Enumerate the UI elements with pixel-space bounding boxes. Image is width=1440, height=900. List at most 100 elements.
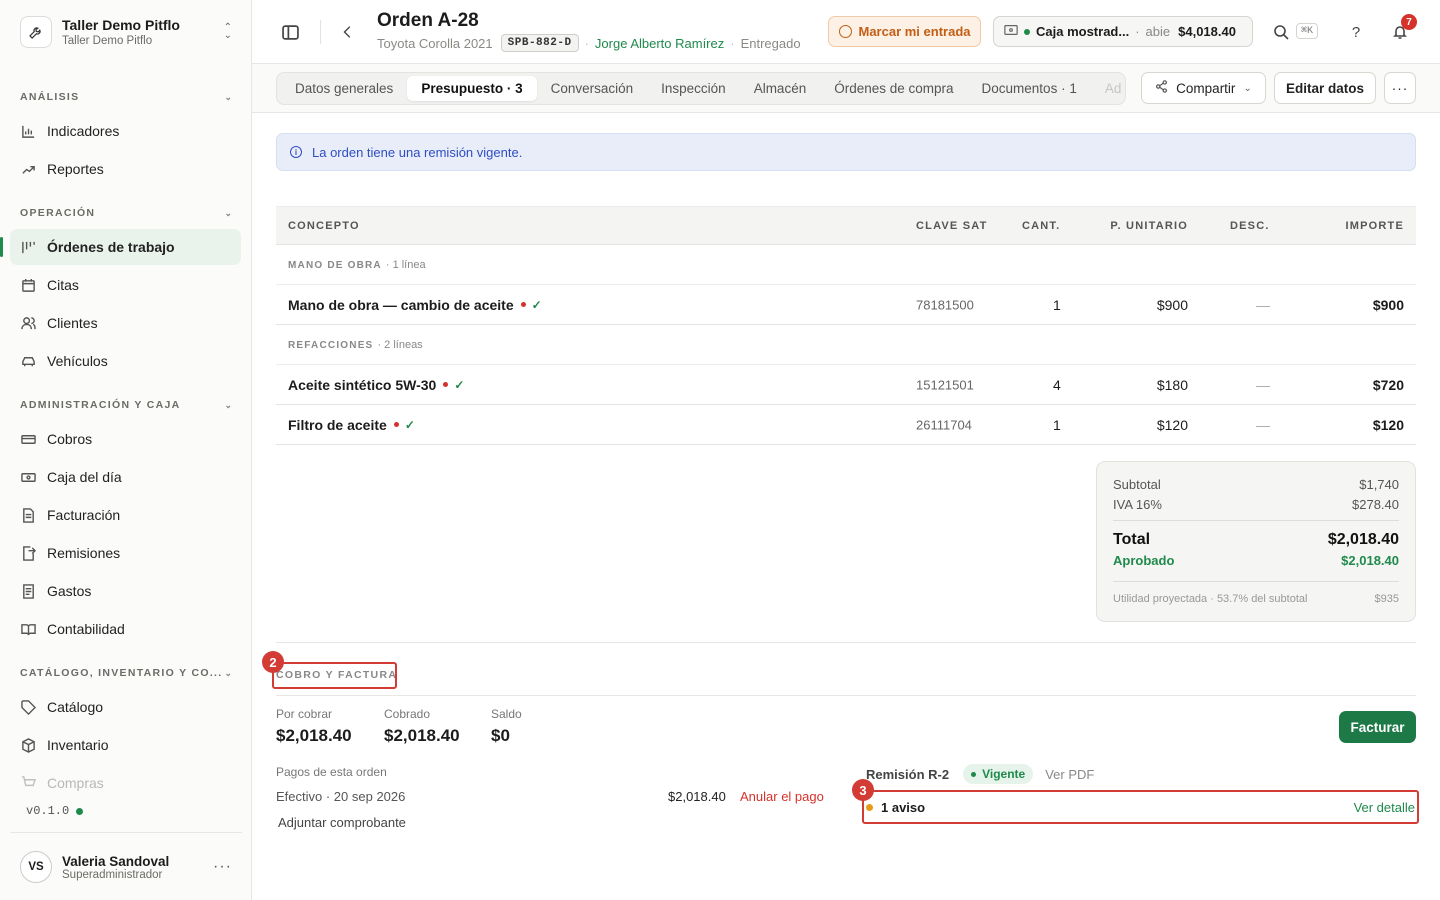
box-icon bbox=[20, 737, 37, 754]
sidebar-item-vehiculos[interactable]: Vehículos bbox=[10, 343, 241, 379]
sidebar-item-contabilidad[interactable]: Contabilidad bbox=[10, 611, 241, 647]
status-dot bbox=[393, 422, 399, 427]
tab-documentos[interactable]: Documentos · 1 bbox=[968, 76, 1091, 101]
table-row[interactable]: Filtro de aceite ✓ 26111704 1 $120 — $120 bbox=[276, 405, 1416, 445]
payment-amount: $2,018.40 bbox=[668, 789, 726, 804]
search-icon[interactable] bbox=[1271, 22, 1291, 42]
chevron-down-icon: ⌄ bbox=[224, 91, 232, 102]
workspace-name: Taller Demo Pitflo bbox=[62, 16, 180, 33]
marker-badge: 2 bbox=[262, 651, 284, 673]
profit-value: $935 bbox=[1374, 593, 1399, 605]
bar-chart-icon bbox=[20, 123, 37, 140]
avatar: VS bbox=[20, 851, 52, 883]
calendar-icon bbox=[20, 277, 37, 294]
tab-inspeccion[interactable]: Inspección bbox=[647, 76, 740, 101]
sidebar-item-gastos[interactable]: Gastos bbox=[10, 573, 241, 609]
sidebar-item-remisiones[interactable]: Remisiones bbox=[10, 535, 241, 571]
tab-almacen[interactable]: Almacén bbox=[740, 76, 821, 101]
group-header: MANO DE OBRA · 1 línea bbox=[276, 245, 1416, 285]
status-badge: Vigente bbox=[963, 764, 1034, 784]
section-administracion[interactable]: ADMINISTRACIÓN Y CAJA ⌄ bbox=[20, 398, 232, 412]
subtotal-value: $1,740 bbox=[1359, 477, 1399, 492]
total-value: $2,018.40 bbox=[1327, 531, 1399, 548]
void-payment-link[interactable]: Anular el pago bbox=[740, 789, 824, 804]
tab-bar: Datos generales Presupuesto · 3 Conversa… bbox=[252, 64, 1440, 113]
help-icon[interactable]: ? bbox=[1346, 22, 1366, 42]
sidebar-item-reportes[interactable]: Reportes bbox=[10, 151, 241, 187]
sidebar-item-citas[interactable]: Citas bbox=[10, 267, 241, 303]
clock-in-button[interactable]: Marcar mi entrada bbox=[828, 16, 981, 47]
cash-register-icon bbox=[1004, 24, 1018, 39]
info-alert: i La orden tiene una remisión vigente. bbox=[276, 133, 1416, 171]
sidebar-item-facturacion[interactable]: Facturación bbox=[10, 497, 241, 533]
user-menu[interactable]: VS Valeria Sandoval Superadministrador ·… bbox=[10, 832, 242, 883]
status-text: Entregado bbox=[740, 35, 801, 51]
sidebar-item-compras[interactable]: Compras bbox=[10, 765, 241, 801]
approved-value: $2,018.40 bbox=[1341, 553, 1399, 568]
sidebar-item-caja[interactable]: Caja del día bbox=[10, 459, 241, 495]
more-icon[interactable]: ··· bbox=[213, 858, 232, 876]
tab-datos-generales[interactable]: Datos generales bbox=[281, 76, 407, 101]
section-analisis[interactable]: ANÁLISIS ⌄ bbox=[20, 90, 232, 104]
payments-label: Pagos de esta orden bbox=[276, 765, 387, 779]
sidebar-item-cobros[interactable]: Cobros bbox=[10, 421, 241, 457]
remision-title: Remisión R-2 bbox=[866, 766, 950, 782]
tab-ordenes-compra[interactable]: Órdenes de compra bbox=[820, 76, 967, 101]
notification-count: 7 bbox=[1401, 14, 1417, 30]
chevron-down-icon: ⌄ bbox=[224, 207, 232, 218]
chevron-down-icon: ⌄ bbox=[224, 667, 232, 678]
user-role: Superadministrador bbox=[62, 868, 163, 881]
check-icon: ✓ bbox=[454, 377, 465, 392]
sidebar-item-inventario[interactable]: Inventario bbox=[10, 727, 241, 763]
edit-data-button[interactable]: Editar datos bbox=[1274, 72, 1376, 104]
sidebar-item-clientes[interactable]: Clientes bbox=[10, 305, 241, 341]
sidebar-item-ordenes[interactable]: Órdenes de trabajo bbox=[0, 229, 241, 265]
more-actions-button[interactable]: ··· bbox=[1384, 72, 1416, 104]
status-dot bbox=[76, 807, 84, 815]
tab-presupuesto[interactable]: Presupuesto · 3 bbox=[407, 76, 537, 101]
table-row[interactable]: Aceite sintético 5W-30 ✓ 15121501 4 $180 … bbox=[276, 365, 1416, 405]
register-state: abie bbox=[1145, 24, 1171, 39]
sidebar-item-catalogo[interactable]: Catálogo bbox=[10, 689, 241, 725]
client-link[interactable]: Jorge Alberto Ramírez bbox=[595, 36, 724, 51]
summary-cobrado: Cobrado $2,018.40 bbox=[384, 707, 460, 745]
sidebar-toggle-icon[interactable] bbox=[280, 22, 300, 42]
chevron-updown-icon: ⌃ ⌄ bbox=[223, 22, 232, 41]
totals-card: Subtotal $1,740 IVA 16% $278.40 Total $2,01… bbox=[1096, 461, 1416, 622]
share-button[interactable]: Compartir ⌄ bbox=[1141, 72, 1266, 104]
view-pdf-link[interactable]: Ver PDF bbox=[1045, 767, 1094, 782]
plate-badge: SPB-882-D bbox=[500, 34, 579, 52]
tabs: Datos generales Presupuesto · 3 Conversa… bbox=[276, 72, 1126, 105]
section-operacion[interactable]: OPERACIÓN ⌄ bbox=[20, 206, 232, 220]
iva-value: $278.40 bbox=[1352, 497, 1399, 512]
invoice-icon bbox=[20, 507, 37, 524]
workspace-switcher[interactable]: Taller Demo Pitflo Taller Demo Pitflo ⌃ ⌄ bbox=[10, 10, 242, 54]
budget-table: CONCEPTO CLAVE SAT CANT. P. UNITARIO DES… bbox=[276, 206, 1416, 445]
attach-receipt-button[interactable]: Adjuntar comprobante bbox=[278, 815, 406, 830]
section-catalogo[interactable]: CATÁLOGO, INVENTARIO Y CO... ⌄ bbox=[20, 666, 232, 680]
sidebar-item-indicadores[interactable]: Indicadores bbox=[10, 113, 241, 149]
cash-icon bbox=[20, 431, 37, 448]
kanban-icon bbox=[20, 239, 37, 256]
marker-badge: 3 bbox=[852, 779, 874, 801]
check-icon: ✓ bbox=[531, 297, 542, 312]
users-icon bbox=[20, 315, 37, 332]
file-arrow-icon bbox=[20, 545, 37, 562]
summary-por-cobrar: Por cobrar $2,018.40 bbox=[276, 707, 352, 745]
tab-overflow[interactable]: Ad bbox=[1091, 76, 1125, 101]
check-icon: ✓ bbox=[404, 417, 415, 432]
top-bar: Orden A-28 Toyota Corolla 2021 SPB-882-D… bbox=[252, 0, 1440, 64]
tab-conversacion[interactable]: Conversación bbox=[537, 76, 648, 101]
book-icon bbox=[20, 621, 37, 638]
status-dot bbox=[1024, 28, 1030, 35]
back-chevron-icon[interactable] bbox=[338, 22, 358, 42]
tag-icon bbox=[20, 699, 37, 716]
cash-register-selector[interactable]: Caja mostrad... · abie $4,018.40 bbox=[993, 16, 1253, 47]
register-amount: $4,018.40 bbox=[1178, 24, 1236, 39]
remision-header: Remisión R-2 Vigente Ver PDF bbox=[866, 764, 1094, 784]
shortcut-hint: ⌘K bbox=[1296, 23, 1319, 39]
table-row[interactable]: Mano de obra — cambio de aceite ✓ 7818150… bbox=[276, 285, 1416, 325]
payment-desc: Efectivo · 20 sep 2026 bbox=[276, 789, 406, 804]
invoice-button[interactable]: Facturar bbox=[1339, 711, 1416, 743]
group-header: REFACCIONES · 2 líneas bbox=[276, 325, 1416, 365]
